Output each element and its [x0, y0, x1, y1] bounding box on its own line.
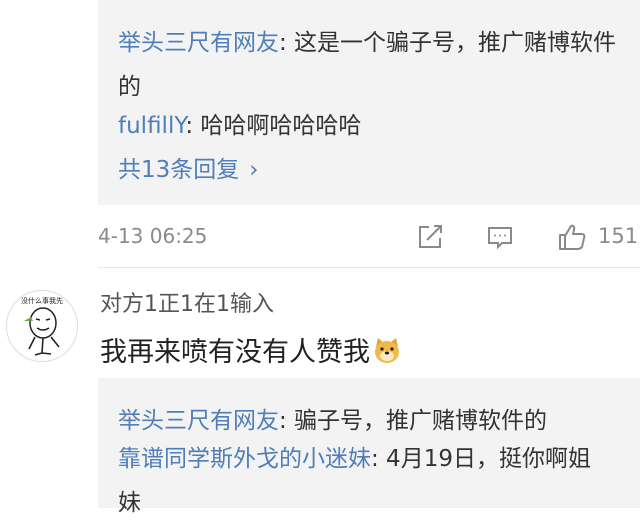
divider [98, 267, 640, 268]
avatar[interactable]: 没什么事我先 [6, 290, 78, 362]
reply-thread: 举头三尺有网友: 骗子号，推广赌博软件的 靠谱同学斯外戈的小迷妹: 4月19日，… [98, 378, 640, 516]
doge-emoji-icon [372, 335, 402, 372]
reply-username[interactable]: fulfillY [118, 113, 185, 139]
chevron-right-icon: › [249, 157, 259, 183]
share-icon[interactable] [414, 221, 446, 253]
reply-item[interactable]: 靠谱同学斯外戈的小迷妹: 4月19日，挺你啊姐妹 [118, 437, 608, 525]
reply-username[interactable]: 靠谱同学斯外戈的小迷妹 [118, 446, 371, 472]
comment-icon[interactable] [484, 221, 516, 253]
reply-username[interactable]: 举头三尺有网友 [118, 30, 279, 56]
reply-item[interactable]: 举头三尺有网友: 这是一个骗子号，推广赌博软件的 [118, 21, 618, 109]
comment-body: 我再来喷有没有人赞我 [100, 330, 402, 372]
reply-item[interactable]: fulfillY: 哈哈啊哈哈哈哈 [118, 104, 618, 148]
avatar-caption: 没什么事我先 [21, 297, 63, 305]
comment-meta-row: 4-13 06:25 151 [98, 216, 640, 260]
comment-text: 我再来喷有没有人赞我 [100, 337, 370, 368]
more-replies-link[interactable]: 共13条回复 › [118, 148, 258, 192]
more-replies-label: 共13条回复 [118, 157, 240, 183]
reply-username[interactable]: 举头三尺有网友 [118, 408, 279, 434]
timestamp: 4-13 06:25 [98, 224, 208, 248]
reply-thread: 举头三尺有网友: 这是一个骗子号，推广赌博软件的 fulfillY: 哈哈啊哈哈… [98, 0, 640, 205]
reply-text: : 哈哈啊哈哈哈哈 [185, 113, 362, 139]
reply-text: : 骗子号，推广赌博软件的 [279, 408, 548, 434]
like-count: 151 [598, 224, 639, 248]
comment-username[interactable]: 对方1正1在1输入 [100, 286, 274, 318]
like-icon[interactable] [556, 221, 588, 253]
